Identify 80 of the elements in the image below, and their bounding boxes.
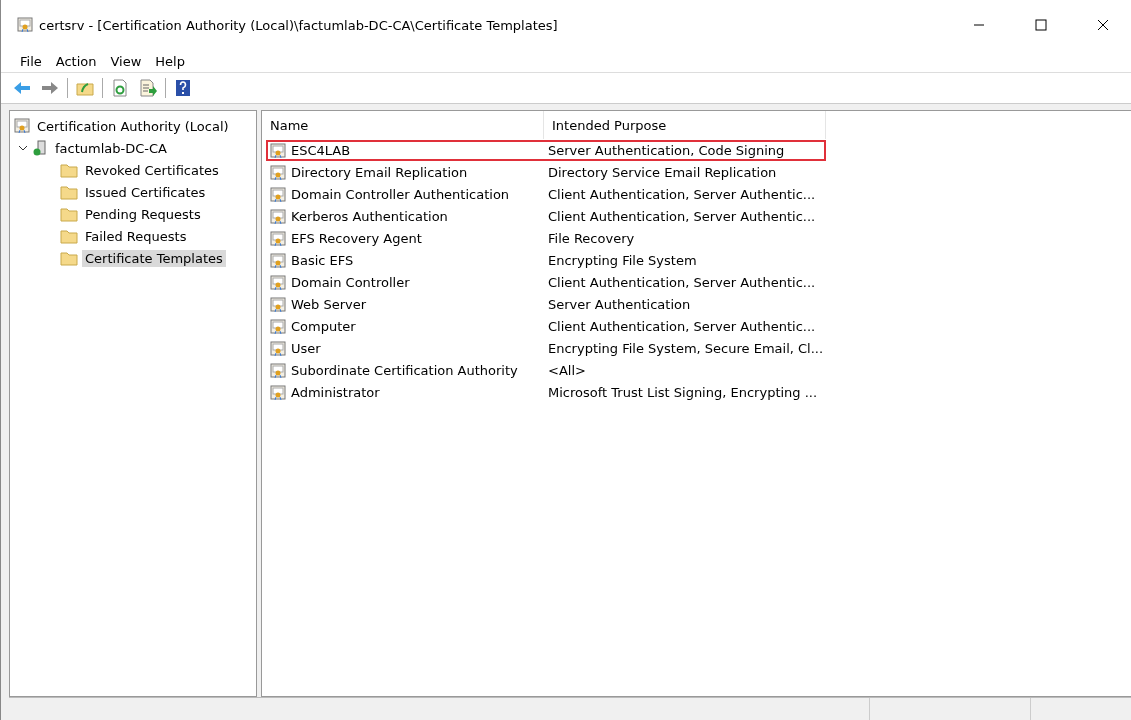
folder-icon — [60, 206, 78, 222]
certificate-icon — [270, 208, 286, 225]
table-cell: Client Authentication, Server Authentic... — [548, 187, 816, 202]
menu-item[interactable]: File — [13, 53, 49, 69]
table-row[interactable]: Kerberos Authentication Client Authentication, Server Authentic... — [266, 206, 826, 227]
table-cell: Directory Service Email Replication — [548, 165, 777, 180]
table-row[interactable]: Subordinate Certification Authority <All> — [266, 360, 826, 381]
tree-item[interactable]: Certificate Templates — [82, 249, 226, 267]
certificate-icon — [270, 252, 286, 269]
menu-item[interactable]: View — [103, 53, 149, 69]
tree-item[interactable]: Revoked Certificates — [82, 161, 222, 179]
table-row[interactable]: Domain Controller Authentication Client Authentication, Server Authentic... — [266, 184, 826, 205]
table-cell: Basic EFS — [291, 253, 354, 268]
back-arrow-icon — [13, 81, 31, 95]
table-row[interactable]: Directory Email Replication Directory Service Email Replication — [266, 162, 826, 183]
table-cell: EFS Recovery Agent — [291, 231, 422, 246]
table-cell: <All> — [548, 363, 586, 378]
highlighted-row[interactable]: ESC4LAB Server Authentication, Code Signing — [266, 140, 826, 161]
export-list-icon — [139, 79, 157, 97]
tree-item[interactable]: Pending Requests — [82, 205, 204, 223]
menu-item[interactable]: Action — [48, 53, 104, 69]
column-header[interactable]: Intended Purpose — [544, 111, 826, 139]
column-header[interactable]: Name — [262, 111, 544, 139]
maximize-icon — [1035, 19, 1047, 31]
server-icon — [32, 140, 48, 156]
table-cell: Domain Controller — [291, 275, 410, 290]
tree-item[interactable]: Failed Requests — [82, 227, 190, 245]
folder-icon — [60, 228, 78, 244]
certificate-icon — [270, 274, 286, 291]
table-cell: User — [291, 341, 321, 356]
table-cell: Encrypting File System, Secure Email, Cl... — [548, 341, 824, 356]
table-row[interactable]: User Encrypting File System, Secure Email, Cl... — [266, 338, 826, 359]
certificate-icon — [270, 296, 286, 313]
certificate-icon — [270, 164, 286, 181]
table-cell: Client Authentication, Server Authentic... — [548, 319, 816, 334]
table-cell: Client Authentication, Server Authentic... — [548, 275, 816, 290]
close-icon — [1097, 19, 1109, 31]
certificate-icon — [17, 17, 33, 33]
table-row[interactable]: Domain Controller Client Authentication, Server Authentic... — [266, 272, 826, 293]
help-icon — [175, 79, 191, 97]
certificate-icon — [270, 340, 286, 357]
folder-up-icon — [76, 80, 94, 96]
table-cell: Subordinate Certification Authority — [291, 363, 518, 378]
table-cell: File Recovery — [548, 231, 635, 246]
table-row[interactable]: Web Server Server Authentication — [266, 294, 826, 315]
table-cell: Administrator — [291, 385, 380, 400]
table-row[interactable]: Computer Client Authentication, Server Authentic... — [266, 316, 826, 337]
table-cell: Domain Controller Authentication — [291, 187, 510, 202]
folder-icon — [60, 162, 78, 178]
table-row[interactable]: Administrator Microsoft Trust List Signing, Encrypting ... — [266, 382, 826, 403]
table-cell: Encrypting File System — [548, 253, 697, 268]
refresh-icon — [112, 79, 128, 97]
table-cell: Microsoft Trust List Signing, Encrypting ... — [548, 385, 818, 400]
certificate-icon — [14, 118, 30, 134]
chevron-icon[interactable] — [18, 143, 28, 153]
certificate-icon — [270, 362, 286, 379]
menu-item[interactable]: Help — [148, 53, 192, 69]
certificate-icon — [270, 142, 286, 159]
table-cell: ESC4LAB — [291, 143, 351, 158]
tree-item[interactable]: Certification Authority (Local) — [34, 117, 232, 135]
certificate-icon — [270, 186, 286, 203]
tree-item[interactable]: Issued Certificates — [82, 183, 209, 201]
certificate-icon — [270, 230, 286, 247]
table-cell: Computer — [291, 319, 356, 334]
certificate-icon — [270, 318, 286, 335]
export-button[interactable] — [137, 77, 159, 99]
table-cell: Server Authentication, Code Signing — [548, 143, 785, 158]
table-row[interactable]: EFS Recovery Agent File Recovery — [266, 228, 826, 249]
window-title: certsrv - [Certification Authority (Local)\factumlab-DC-CA\Certificate Templates] — [39, 17, 559, 33]
tree-item[interactable]: factumlab-DC-CA — [52, 139, 170, 157]
table-cell: Server Authentication — [548, 297, 691, 312]
table-cell: Kerberos Authentication — [291, 209, 448, 224]
table-cell: Web Server — [291, 297, 367, 312]
folder-icon — [60, 250, 78, 266]
table-cell: Client Authentication, Server Authentic... — [548, 209, 816, 224]
table-cell: Directory Email Replication — [291, 165, 468, 180]
certificate-icon — [270, 384, 286, 401]
forward-arrow-icon — [41, 81, 59, 95]
table-row[interactable]: Basic EFS Encrypting File System — [266, 250, 826, 271]
folder-icon — [60, 184, 78, 200]
